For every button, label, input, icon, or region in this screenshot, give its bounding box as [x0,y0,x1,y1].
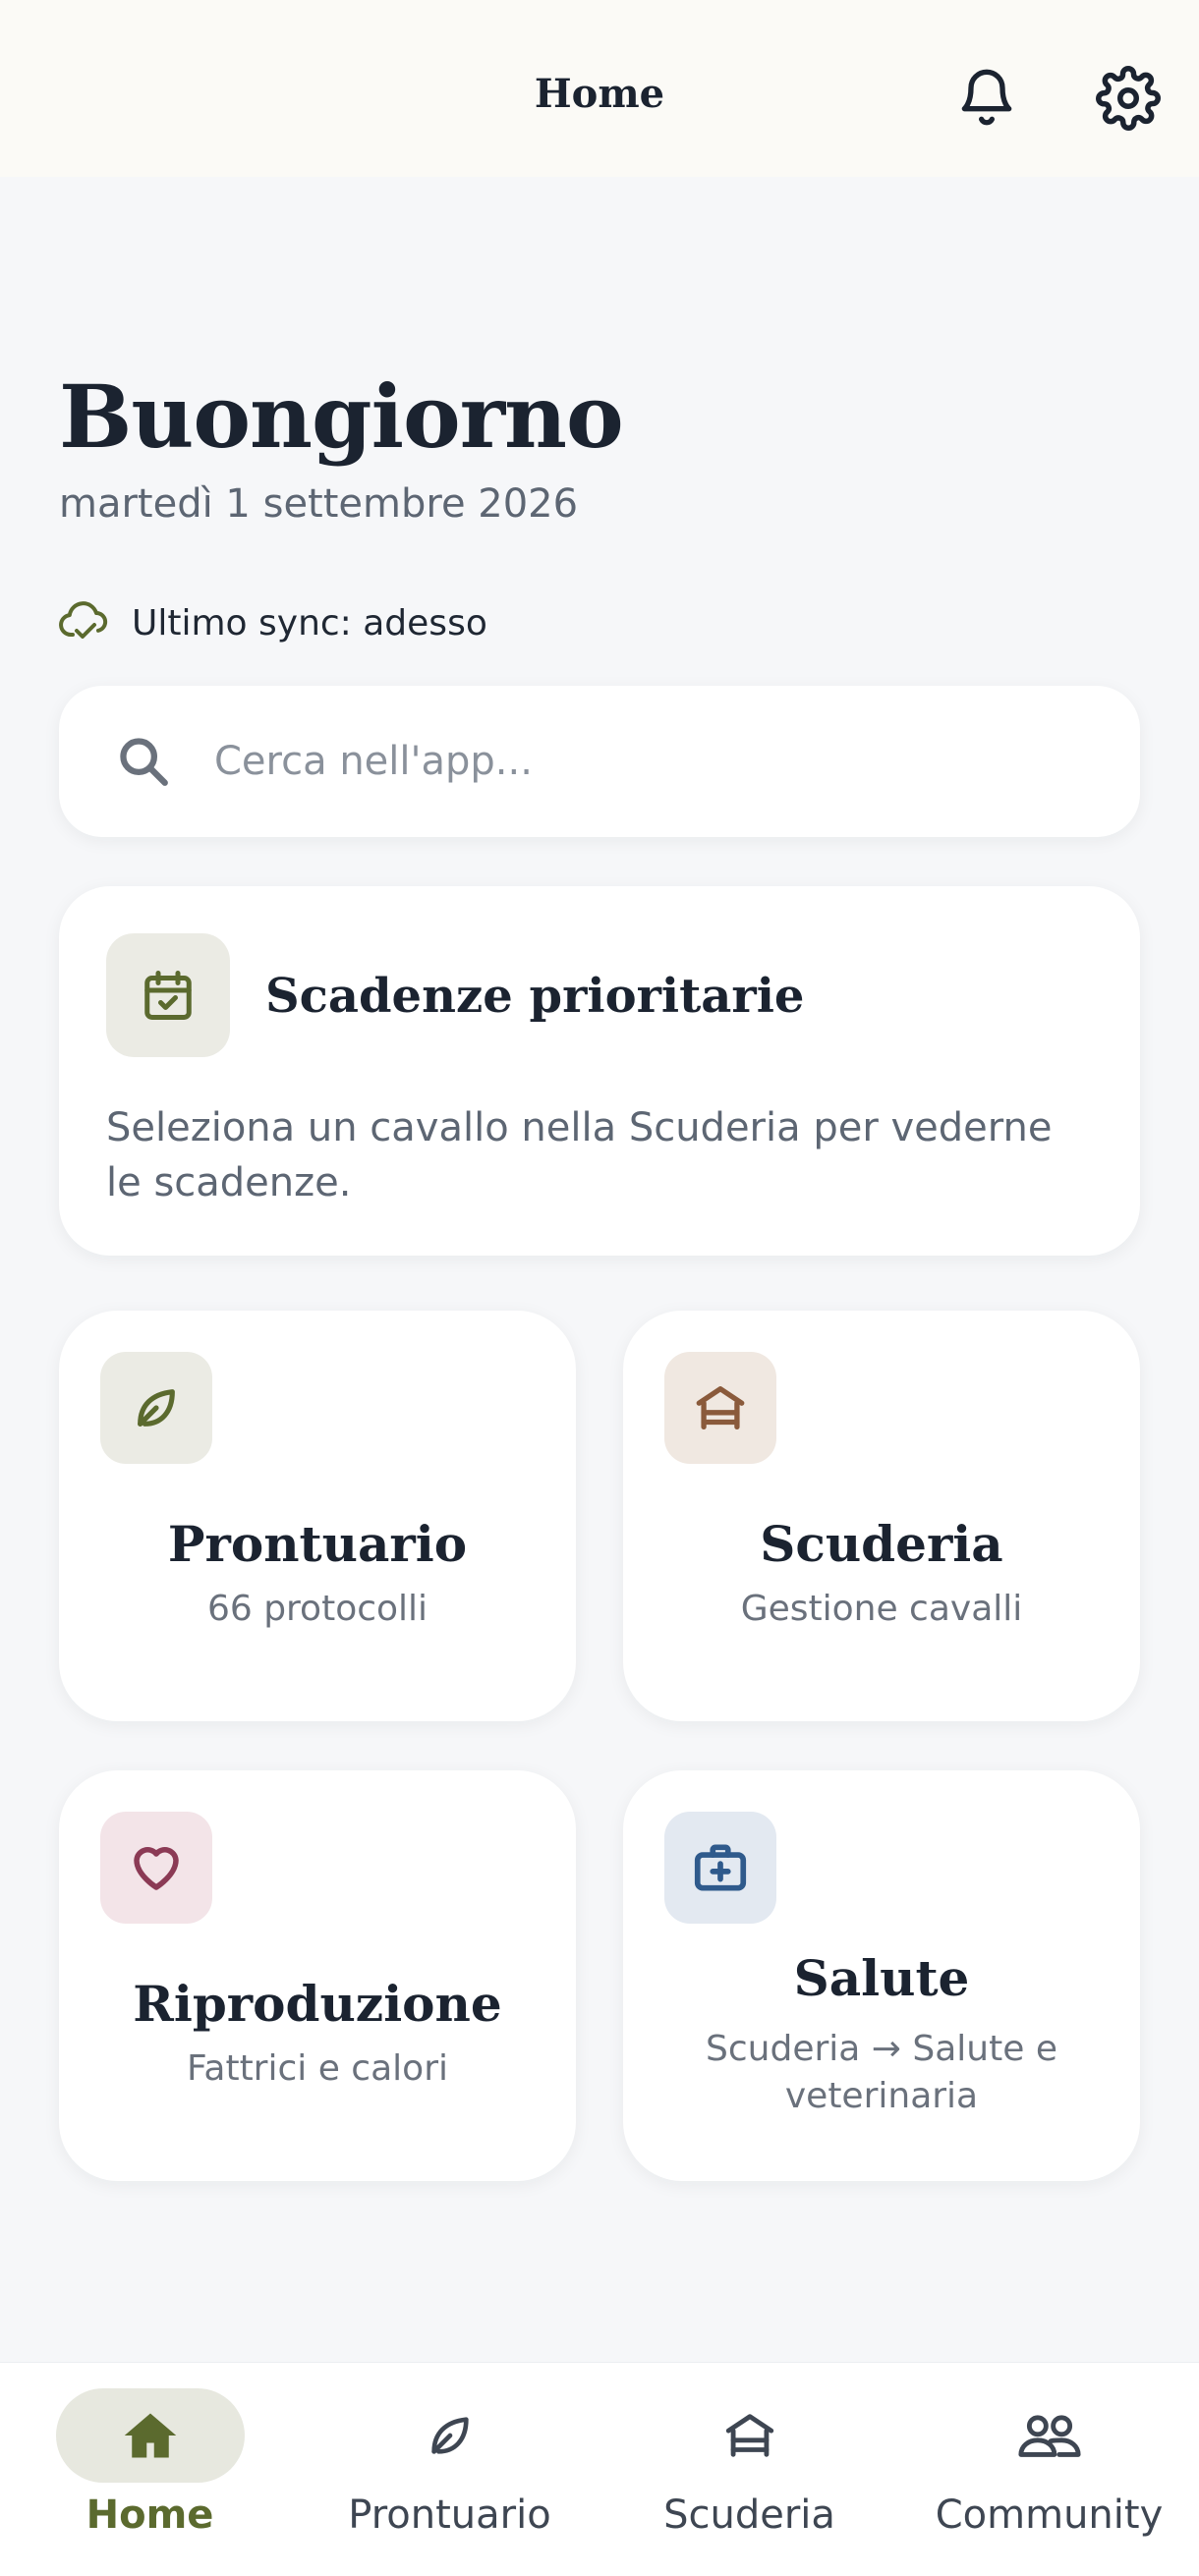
sync-label: Ultimo sync: adesso [132,602,487,644]
bottom-navigation: Home Prontuario Scuderia Community [0,2362,1199,2576]
notifications-button[interactable] [947,59,1026,138]
tile-title: Riproduzione [133,1975,502,2033]
leaf-icon [138,1389,175,1427]
tile-subtitle: Scuderia → Salute e veterinaria [706,2029,1057,2116]
tile-prontuario[interactable]: Prontuario 66 protocolli [59,1311,576,1721]
nav-item-scuderia[interactable]: Scuderia [600,2363,899,2576]
priority-text: Seleziona un cavallo nella Scuderia per … [106,1105,1053,1205]
tile-scuderia[interactable]: Scuderia Gestione cavalli [623,1311,1140,1721]
tile-subtitle: Fattrici e calori [186,2048,448,2089]
nav-label: Home [86,2492,214,2538]
nav-active-indicator [55,2388,245,2483]
tile-icon-box [664,1812,776,1924]
tile-riproduzione[interactable]: Riproduzione Fattrici e calori [59,1770,576,2181]
people-icon [1017,2415,1081,2457]
medical-kit-icon [694,1844,747,1891]
stable-icon [696,1386,745,1429]
tile-title: Prontuario [167,1515,468,1573]
nav-icon-holder [356,2388,544,2483]
nav-label: Scuderia [663,2492,835,2538]
calendar-check-icon [144,971,192,1020]
home-icon [124,2413,176,2458]
tile-subtitle: 66 protocolli [206,1589,428,1629]
search-input[interactable] [214,739,1099,784]
priority-deadlines-card[interactable]: Scadenze prioritarie Seleziona un cavall… [59,886,1140,1256]
nav-label: Prontuario [348,2492,551,2538]
tile-salute[interactable]: Salute Scuderia → Salute e veterinaria [623,1770,1140,2181]
tile-icon-box [100,1352,212,1464]
priority-icon-box [106,933,230,1057]
tile-icon-box [100,1812,212,1924]
current-date: martedì 1 settembre 2026 [59,481,579,527]
nav-item-home[interactable]: Home [0,2363,300,2576]
priority-title: Scadenze prioritarie [265,969,805,1024]
greeting-title: Buongiorno [59,365,624,468]
gear-icon [1096,66,1161,131]
tile-icon-box [664,1352,776,1464]
nav-item-prontuario[interactable]: Prontuario [300,2363,600,2576]
nav-item-community[interactable]: Community [899,2363,1199,2576]
bell-icon [961,69,1012,126]
cloud-check-icon [59,601,108,639]
sync-status: Ultimo sync: adesso [59,597,487,648]
tile-title: Salute [793,1949,970,2007]
nav-icon-holder [955,2388,1144,2483]
search-icon [112,730,175,793]
tile-subtitle: Gestione cavalli [740,1589,1023,1629]
heart-icon [134,1847,179,1890]
stable-icon [725,2414,773,2457]
settings-button[interactable] [1089,59,1168,138]
nav-icon-holder [656,2388,844,2483]
leaf-icon [430,2417,469,2454]
nav-label: Community [935,2492,1164,2538]
app-header: Home [0,0,1199,177]
search-bar[interactable] [59,686,1140,837]
tile-title: Scuderia [760,1515,1003,1573]
